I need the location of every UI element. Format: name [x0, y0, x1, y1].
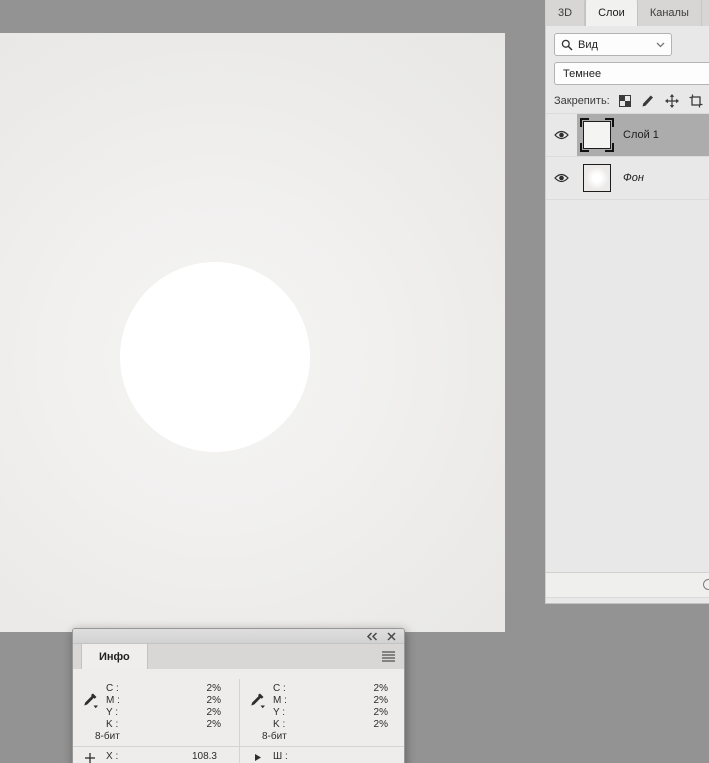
eye-icon — [554, 173, 569, 183]
layers-panel-bottom-bar — [546, 572, 709, 598]
channel-label: K : — [106, 719, 119, 730]
channel-label: C : — [273, 683, 286, 694]
layer-name: Слой 1 — [623, 129, 659, 141]
search-icon — [561, 39, 573, 51]
layer-row[interactable]: Фон — [546, 157, 709, 200]
layer-name: Фон — [623, 172, 644, 184]
lock-row: Закрепить: — [546, 88, 709, 114]
width-label: Ш : — [273, 751, 288, 762]
lock-row-label: Закрепить: — [554, 94, 610, 107]
tab-3d[interactable]: 3D — [546, 0, 586, 26]
canvas-circle-artwork — [120, 262, 310, 452]
chevron-down-icon — [656, 42, 665, 48]
layer-thumbnail[interactable] — [580, 161, 614, 195]
close-icon[interactable] — [387, 632, 396, 641]
tab-layers[interactable]: Слои — [585, 0, 638, 26]
x-coordinate-value: 108.3 — [191, 751, 217, 762]
cursor-coordinates-row: X : 108.3 Ш : — [73, 751, 404, 763]
cmyk-readout: C : 2% M : 2% Y : 2% K : 2% — [273, 683, 388, 731]
lock-position-move-icon[interactable] — [664, 93, 679, 108]
selection-bracket-icon — [580, 118, 589, 127]
channel-value: 2% — [373, 707, 388, 718]
info-panel-content: C : 2% M : 2% Y : 2% K : 2% 8-бит C : 2% M : 2… — [73, 669, 404, 763]
adjustment-layer-icon[interactable] — [703, 579, 709, 590]
channel-label: M : — [273, 695, 287, 706]
layer-row-selected-area[interactable]: Слой 1 — [577, 114, 709, 156]
tab-info[interactable]: Инфо — [81, 644, 148, 669]
document-canvas[interactable] — [0, 33, 505, 632]
channel-label: K : — [273, 719, 286, 730]
channel-label: M : — [106, 695, 120, 706]
blend-mode-value: Темнее — [563, 67, 602, 80]
cmyk-readout: C : 2% M : 2% Y : 2% K : 2% — [106, 683, 221, 731]
channel-value: 2% — [206, 707, 221, 718]
crosshair-icon — [85, 753, 95, 763]
bit-depth-label: 8-бит — [262, 731, 287, 742]
panel-menu-icon[interactable] — [382, 651, 395, 662]
info-panel: Инфо C :2% M :2% Y :2% K :2% 8-бит C: 2… — [72, 628, 405, 763]
layer-thumbnail[interactable] — [580, 118, 614, 152]
info-tab-bar: Инфо — [73, 644, 404, 669]
channel-label: Y : — [106, 707, 119, 718]
selection-bracket-icon — [580, 143, 589, 152]
lock-transparency-icon[interactable] — [618, 94, 631, 107]
dimensions-arrow-icon — [255, 754, 261, 761]
tab-channels[interactable]: Каналы — [638, 0, 702, 26]
channel-value: 2% — [373, 695, 388, 706]
channel-label: C : — [106, 683, 119, 694]
channel-value: 2% — [206, 695, 221, 706]
divider — [73, 746, 404, 747]
channel-value: 2% — [373, 719, 388, 730]
eyedropper-icon[interactable] — [249, 692, 266, 709]
channel-value: 2% — [206, 683, 221, 694]
panel-tab-bar: 3D Слои Каналы — [546, 0, 709, 26]
blend-mode-select[interactable]: Темнее — [554, 62, 709, 85]
eyedropper-icon[interactable] — [82, 692, 99, 709]
selection-bracket-icon — [605, 143, 614, 152]
layers-panel: 3D Слои Каналы Вид Темнее Закрепить: Сло… — [545, 0, 709, 604]
selection-bracket-icon — [605, 118, 614, 127]
layer-row[interactable]: Слой 1 — [546, 114, 709, 157]
layer-filter-value: Вид — [578, 38, 598, 51]
channel-value: 2% — [373, 683, 388, 694]
bit-depth-label: 8-бит — [95, 731, 120, 742]
eye-icon — [554, 130, 569, 140]
channel-label: Y : — [273, 707, 286, 718]
visibility-toggle[interactable] — [546, 114, 577, 156]
lock-pixels-brush-icon[interactable] — [641, 94, 655, 107]
layer-filter-combo[interactable]: Вид — [554, 33, 672, 56]
visibility-toggle[interactable] — [546, 157, 577, 199]
channel-value: 2% — [206, 719, 221, 730]
collapse-panel-icon[interactable] — [366, 632, 378, 641]
info-panel-titlebar[interactable] — [73, 629, 404, 644]
lock-artboard-frame-icon[interactable] — [689, 94, 703, 108]
x-coordinate-label: X : — [106, 751, 119, 762]
layer-row-area[interactable]: Фон — [577, 157, 709, 199]
